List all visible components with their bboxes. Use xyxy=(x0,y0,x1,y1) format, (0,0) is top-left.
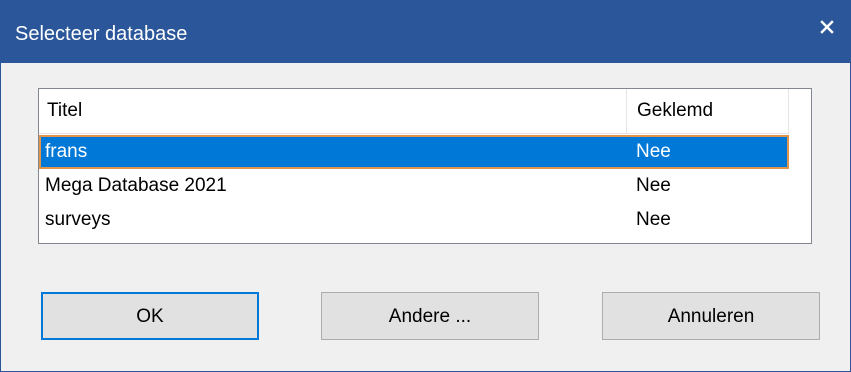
title-bar: Selecteer database xyxy=(1,0,851,63)
column-header-title[interactable]: Titel xyxy=(39,89,627,133)
list-header: Titel Geklemd xyxy=(39,89,789,134)
database-list[interactable]: Titel Geklemd frans Nee Mega Database 20… xyxy=(38,88,812,244)
list-row-frans[interactable]: frans Nee xyxy=(39,135,789,169)
list-row-surveys[interactable]: surveys Nee xyxy=(39,203,789,237)
close-icon xyxy=(820,20,834,34)
list-rows: frans Nee Mega Database 2021 Nee surveys… xyxy=(39,135,789,237)
column-header-pinned[interactable]: Geklemd xyxy=(627,89,789,133)
select-database-dialog: Selecteer database Titel Geklemd frans N… xyxy=(0,0,851,372)
list-row-mega-database-2021[interactable]: Mega Database 2021 Nee xyxy=(39,169,789,203)
row-title: surveys xyxy=(45,209,111,230)
ok-button[interactable]: OK xyxy=(41,292,259,340)
row-title: frans xyxy=(45,141,88,162)
cancel-button[interactable]: Annuleren xyxy=(602,292,820,340)
other-button[interactable]: Andere ... xyxy=(321,292,539,340)
row-pinned: Nee xyxy=(636,141,671,162)
window-title: Selecteer database xyxy=(15,23,188,45)
row-pinned: Nee xyxy=(636,175,671,196)
row-title: Mega Database 2021 xyxy=(45,175,227,196)
row-pinned: Nee xyxy=(636,209,671,230)
close-button[interactable] xyxy=(812,12,842,42)
